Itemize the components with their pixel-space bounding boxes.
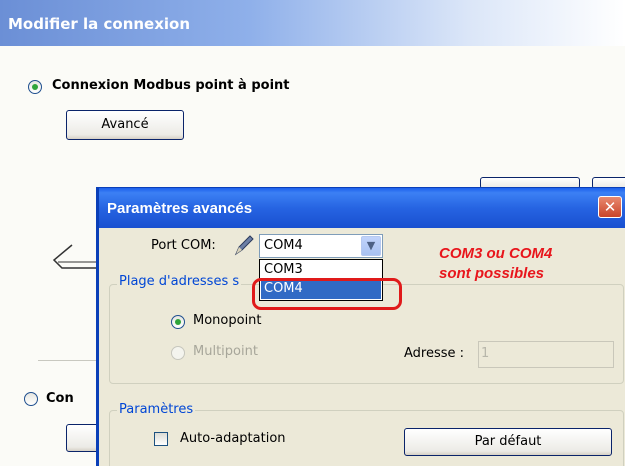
- radio-point-a-point-label: Connexion Modbus point à point: [52, 78, 290, 93]
- adresse-label: Adresse :: [404, 346, 465, 361]
- port-com-value: COM4: [264, 238, 303, 253]
- radio-monopoint[interactable]: [171, 315, 185, 329]
- radio-multipoint-label: Multipoint: [193, 344, 258, 359]
- parametres-group-label: Paramètres: [117, 402, 196, 417]
- radio-multipoint[interactable]: [171, 346, 185, 360]
- radio-point-a-point[interactable]: [28, 80, 42, 94]
- pen-icon: [234, 235, 254, 256]
- dialog-title: Paramètres avancés: [99, 188, 625, 228]
- auto-adaptation-label: Auto-adaptation: [180, 431, 286, 446]
- address-range-group-label: Plage d'adresses s: [117, 274, 242, 289]
- close-icon[interactable]: ✕: [598, 196, 622, 218]
- auto-adaptation-checkbox[interactable]: [154, 432, 168, 446]
- chevron-down-icon[interactable]: ▼: [361, 236, 381, 256]
- port-com-label: Port COM:: [151, 238, 216, 253]
- radio-second-connection-label: Con: [46, 391, 74, 406]
- parametres-avances-dialog: Paramètres avancés ✕ Port COM: COM4 ▼ Pl…: [96, 187, 625, 466]
- radio-second-connection[interactable]: [24, 392, 38, 406]
- adresse-field[interactable]: 1: [478, 341, 614, 368]
- annotation-line-1: COM3 ou COM4: [439, 245, 553, 262]
- window-title: Modifier la connexion: [0, 0, 625, 46]
- avance-button[interactable]: Avancé: [66, 110, 184, 140]
- radio-monopoint-label: Monopoint: [193, 313, 262, 328]
- highlight-oval: [252, 278, 402, 310]
- annotation-line-2: sont possibles: [439, 265, 545, 282]
- par-defaut-button[interactable]: Par défaut: [404, 428, 612, 456]
- port-com-select[interactable]: COM4 ▼: [259, 234, 383, 258]
- annotation-text: COM3 ou COM4 sont possibles: [439, 244, 552, 284]
